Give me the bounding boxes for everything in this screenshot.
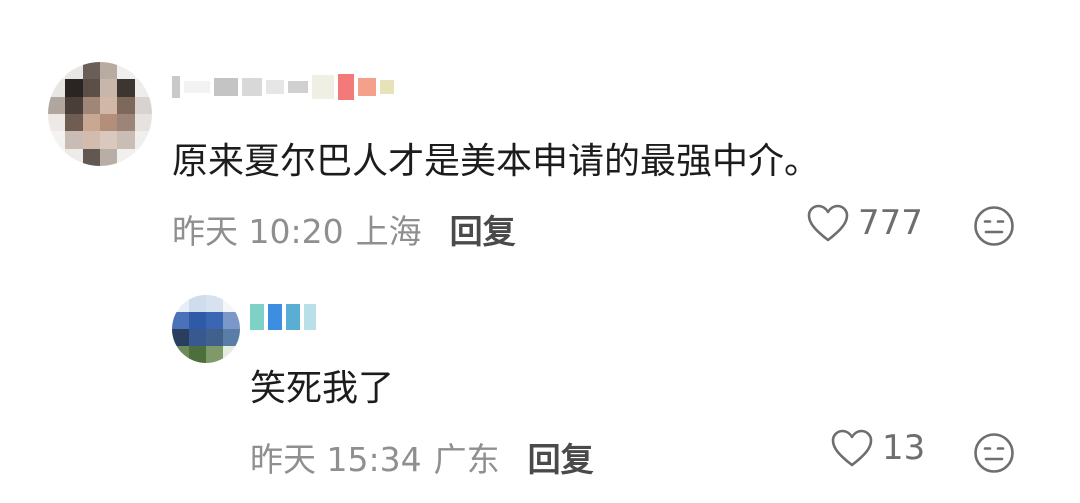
comment-location: 广东	[433, 440, 500, 479]
like-count: 777	[858, 203, 923, 243]
comment-text: 原来夏尔巴人才是美本申请的最强中介。	[172, 141, 821, 182]
like-count: 13	[882, 428, 926, 468]
avatar[interactable]	[48, 62, 152, 166]
comment-meta: 昨天 10:20 上海 回复	[172, 205, 516, 253]
neutral-face-icon	[974, 206, 1014, 246]
dislike-button[interactable]	[972, 204, 1016, 252]
comment-reply-item: 笑死我了 昨天 15:34 广东 回复 13	[0, 275, 1080, 503]
username-blurred[interactable]	[172, 70, 394, 104]
comment-meta: 昨天 15:34 广东 回复	[250, 433, 594, 481]
like-button[interactable]: 777	[806, 203, 923, 243]
like-button[interactable]: 13	[830, 428, 925, 468]
comment-thread: 原来夏尔巴人才是美本申请的最强中介。 昨天 10:20 上海 回复 777 笑死…	[0, 0, 1080, 503]
comment-item: 原来夏尔巴人才是美本申请的最强中介。 昨天 10:20 上海 回复 777	[0, 0, 1080, 275]
dislike-button[interactable]	[972, 431, 1016, 479]
avatar[interactable]	[172, 295, 240, 363]
comment-text: 笑死我了	[250, 368, 395, 409]
comment-time: 昨天 10:20	[172, 212, 344, 251]
reply-button[interactable]: 回复	[528, 433, 594, 481]
reply-button[interactable]: 回复	[450, 205, 516, 253]
neutral-face-icon	[974, 433, 1014, 473]
username-blurred[interactable]	[250, 299, 316, 335]
comment-location: 上海	[355, 212, 422, 251]
comment-time: 昨天 15:34	[250, 440, 422, 479]
heart-outline-icon	[831, 429, 873, 467]
heart-outline-icon	[807, 204, 849, 242]
